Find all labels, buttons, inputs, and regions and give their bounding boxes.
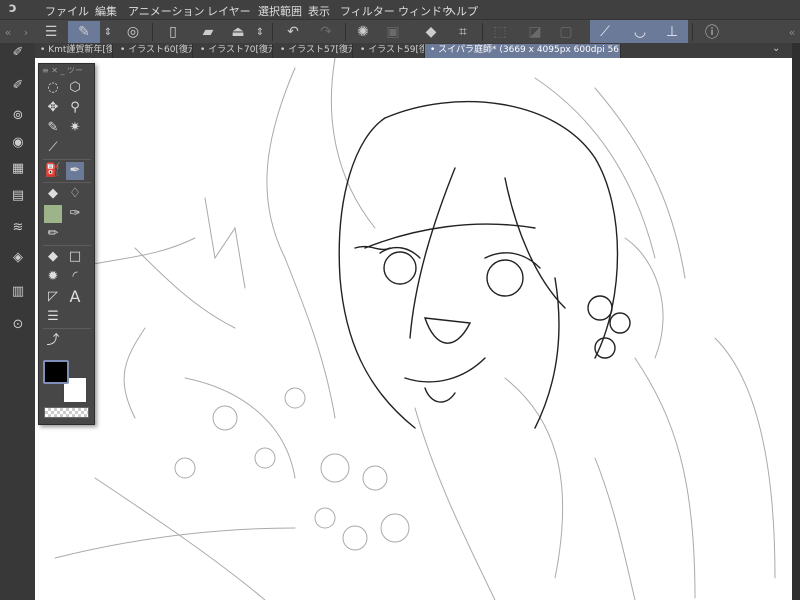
layer-property-icon[interactable]: ≋ [9,220,27,238]
document-tabs: • Kmt謹賀新年[復 • イラスト60[復元 • イラスト70[復元 • イラ… [35,43,792,58]
chevron-down-icon[interactable]: ⌄ [772,43,780,54]
tab-document[interactable]: • Kmt謹賀新年[復 [35,44,113,58]
layer-icon[interactable]: ▣ [380,21,406,43]
collapse-right-button[interactable]: « [784,21,800,43]
ruler-icon[interactable]: ◸ [44,288,62,306]
curve-icon[interactable]: ◜ [66,268,84,286]
move-icon[interactable]: ✥ [44,99,62,117]
text-icon[interactable]: A [66,288,84,306]
deselect-icon[interactable]: ⬚ [487,21,513,43]
menu-animation[interactable]: アニメーション [128,3,205,19]
divider [692,23,693,41]
fill-icon[interactable]: ◆ [418,21,444,43]
color-set-icon[interactable]: ▦ [9,161,27,179]
tool-panel-header[interactable]: ≡ ✕ _ ツー [42,65,83,76]
menu-help[interactable]: ヘルプ [445,3,478,19]
save-icon[interactable]: ⏏ [225,21,251,43]
correct-line-icon[interactable]: ⤴ [44,332,62,350]
selection-border-icon[interactable]: ▢ [553,21,579,43]
menu-edit[interactable]: 編集 [95,3,117,19]
main-color-swatch[interactable] [43,360,69,384]
eyedropper-icon[interactable]: ⟋ [44,139,62,157]
fill-icon[interactable]: ◆ [44,248,62,266]
pen-ruler-icon[interactable]: ⊥ [659,21,685,43]
tab-label: イラスト57[復元 [288,45,353,55]
tab-document[interactable]: • イラスト60[復元 [115,44,193,58]
divider [345,23,346,41]
help-icon[interactable]: ⓘ [699,21,725,43]
redo-icon[interactable]: ↷ [313,21,339,43]
zoom-icon[interactable]: ⚲ [66,99,84,117]
pencil-icon[interactable]: ✏ [44,225,62,243]
effect-line-icon[interactable]: ✹ [44,268,62,286]
material-icon[interactable]: ▥ [9,284,27,302]
menu-filter[interactable]: フィルター [340,3,395,19]
divider [272,23,273,41]
tab-label: スイパラ庭師* (3669 x 4095px 600dpi 56.9%) [438,45,621,55]
eraser-icon[interactable]: ◆ [44,185,62,203]
expand-right-button[interactable]: › [18,21,34,43]
brush-icon[interactable]: ✑ [66,205,84,223]
tab-document[interactable]: • イラスト70[復元 [195,44,273,58]
sub-tool-icon[interactable]: ✐ [9,45,27,63]
divider [43,328,91,329]
selection-pen-icon[interactable]: ✎ [44,119,62,137]
blend-icon[interactable]: ♢ [66,185,84,203]
tool-property-icon[interactable]: ✐ [9,78,27,96]
pattern-brush-icon[interactable] [44,205,62,223]
left-sidebar: ✐ ✐ ⊚ ◉ ▦ ▤ ≋ ◈ ▥ ⊙ [0,43,35,600]
layers-icon[interactable]: ◈ [9,250,27,268]
clip-studio-logo-icon[interactable]: ↄ [9,1,23,17]
up-down-icon[interactable]: ⇕ [100,21,116,43]
right-panel-edge [792,43,800,600]
command-bar: « › ☰ ✎ ⇕ ◎ ▯ ▰ ⏏ ⇕ ↶ ↷ ✺ ▣ ◆ ⌗ ⬚ ◪ ▢ ⟋ … [0,19,800,44]
spiral-icon[interactable]: ◎ [120,21,146,43]
open-folder-icon[interactable]: ▰ [195,21,221,43]
transform-icon[interactable]: ⌗ [450,21,476,43]
timeline-icon[interactable]: ▤ [9,188,27,206]
tab-active-document[interactable]: • スイパラ庭師* (3669 x 4095px 600dpi 56.9%) [425,44,621,58]
divider [43,182,91,183]
loading-icon[interactable]: ✺ [350,21,376,43]
up-down-icon[interactable]: ⇕ [252,21,268,43]
frame-border-icon[interactable]: ☰ [44,308,62,326]
tab-label: Kmt謹賀新年[復 [48,45,113,55]
invert-selection-icon[interactable]: ◪ [522,21,548,43]
color-wheel-icon[interactable]: ◉ [9,135,27,153]
collapse-left-button[interactable]: « [0,21,16,43]
menu-bar: ↄ ファイル 編集 アニメーション レイヤー 選択範囲 表示 フィルター ウィン… [0,0,800,19]
tab-label: イラスト70[復元 [208,45,273,55]
navigator-icon[interactable]: ⊙ [9,317,27,335]
lasso-select-icon[interactable]: ◌ [44,79,62,97]
transparent-color-swatch[interactable] [44,407,89,418]
menu-view[interactable]: 表示 [308,3,330,19]
tab-document[interactable]: • イラスト59[復元 [355,44,425,58]
divider [43,159,91,160]
pen-settings-icon[interactable]: ✎ [68,21,100,43]
tab-label: イラスト60[復元 [128,45,193,55]
menu-file[interactable]: ファイル [45,3,89,19]
menu-layer[interactable]: レイヤー [207,3,251,19]
menu-icon[interactable]: ☰ [38,21,64,43]
divider [43,245,91,246]
stabilizer-icon[interactable]: ⟋ [592,21,618,43]
drawing-canvas[interactable] [35,58,792,600]
pen-icon[interactable]: ✒ [66,162,84,180]
tab-document[interactable]: • イラスト57[復元 [275,44,353,58]
tab-label: イラスト59[復元 [368,45,424,55]
airbrush-icon[interactable]: ⛽ [44,162,62,180]
tool-palette: ≡ ✕ _ ツー ◌ ⬡ ✥ ⚲ ✎ ✷ ⟋ ⛽ ✒ ◆ ♢ ✑ ✏ ◆ □ ✹… [38,63,95,425]
divider [482,23,483,41]
magic-wand-icon[interactable]: ✷ [66,119,84,137]
canvas-artwork [54,58,776,600]
object-select-icon[interactable]: ⬡ [66,79,84,97]
divider [152,23,153,41]
brush-smooth-icon[interactable]: ◡ [627,21,653,43]
brush-size-icon[interactable]: ⊚ [9,108,27,126]
menu-selection[interactable]: 選択範囲 [258,3,302,19]
new-canvas-icon[interactable]: ▯ [160,21,186,43]
rectangle-icon[interactable]: □ [66,248,84,266]
undo-icon[interactable]: ↶ [280,21,306,43]
